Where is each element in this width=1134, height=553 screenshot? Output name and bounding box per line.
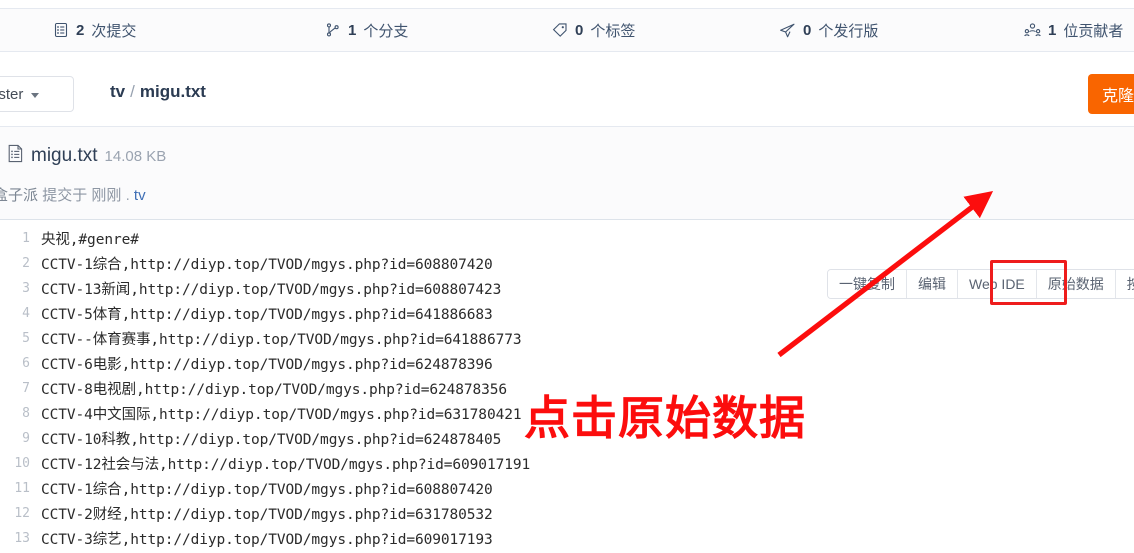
- code-line: 4 CCTV-5体育,http://diyp.top/TVOD/mgys.php?…: [0, 303, 1134, 328]
- line-number[interactable]: 9: [0, 428, 30, 446]
- breadcrumb: tv / migu.txt: [110, 82, 206, 102]
- line-content: CCTV-1综合,http://diyp.top/TVOD/mgys.php?i…: [41, 482, 493, 498]
- file-text-icon: [7, 144, 24, 168]
- contributors-icon: [1024, 22, 1041, 39]
- breadcrumb-separator: /: [130, 82, 135, 101]
- line-content: CCTV-4中文国际,http://diyp.top/TVOD/mgys.php…: [41, 407, 522, 423]
- branch-icon: [324, 22, 341, 39]
- clone-button[interactable]: 克隆: [1088, 74, 1134, 114]
- stat-releases[interactable]: 0 个发行版: [779, 20, 878, 41]
- repo-file-view-page: 2 次提交 1 个分支 0 个标签 0 个发行版 1 位贡献者 ster tv …: [0, 0, 1134, 553]
- line-content: CCTV-1综合,http://diyp.top/TVOD/mgys.php?i…: [41, 257, 493, 273]
- stat-branches-count: 1: [348, 21, 357, 39]
- code-line: 5 CCTV--体育赛事,http://diyp.top/TVOD/mgys.ph…: [0, 328, 1134, 353]
- branch-selector[interactable]: aster: [0, 76, 74, 112]
- line-number[interactable]: 7: [0, 378, 30, 396]
- breadcrumb-row: aster tv / migu.txt 克隆: [0, 68, 1134, 122]
- commit-path-link[interactable]: tv: [134, 187, 146, 204]
- stat-tags-label: 个标签: [590, 22, 636, 40]
- commit-author[interactable]: 盒子派: [0, 187, 38, 204]
- line-number[interactable]: 3: [0, 278, 30, 296]
- line-number[interactable]: 2: [0, 253, 30, 271]
- annotation-text: 点击原始数据: [524, 391, 806, 445]
- file-header-panel: migu.txt 14.08 KB 盒子派 提交于 刚刚 . tv 一键复制 编…: [0, 126, 1134, 305]
- release-send-icon: [779, 22, 796, 39]
- code-line: 1 央视,#genre#: [0, 228, 1134, 253]
- line-content: CCTV-10科教,http://diyp.top/TVOD/mgys.php?…: [41, 432, 502, 448]
- stat-contributors-count: 1: [1048, 21, 1057, 39]
- code-line: 2 CCTV-1综合,http://diyp.top/TVOD/mgys.php?…: [0, 253, 1134, 278]
- stat-branches[interactable]: 1 个分支: [324, 20, 408, 41]
- line-content: CCTV--体育赛事,http://diyp.top/TVOD/mgys.php…: [41, 332, 522, 348]
- line-content: CCTV-8电视剧,http://diyp.top/TVOD/mgys.php?…: [41, 382, 508, 398]
- line-number[interactable]: 4: [0, 303, 30, 321]
- line-content: 央视,#genre#: [41, 232, 139, 248]
- line-number[interactable]: 11: [0, 478, 30, 496]
- commit-verb: 提交于: [42, 187, 88, 204]
- breadcrumb-root[interactable]: tv: [110, 82, 125, 102]
- file-size: 14.08 KB: [104, 147, 167, 165]
- file-name: migu.txt: [31, 145, 98, 166]
- commit-list-icon: [52, 22, 69, 39]
- stat-releases-label: 个发行版: [818, 22, 879, 40]
- line-content: CCTV-13新闻,http://diyp.top/TVOD/mgys.php?…: [41, 282, 502, 298]
- line-content: CCTV-12社会与法,http://diyp.top/TVOD/mgys.ph…: [41, 457, 531, 473]
- stat-contributors-label: 位贡献者: [1063, 22, 1124, 40]
- line-number[interactable]: 6: [0, 353, 30, 371]
- code-line: 13 CCTV-3综艺,http://diyp.top/TVOD/mgys.php…: [0, 528, 1134, 553]
- repo-stats-bar: 2 次提交 1 个分支 0 个标签 0 个发行版 1 位贡献者: [0, 8, 1134, 52]
- stat-commits[interactable]: 2 次提交: [52, 20, 136, 41]
- line-number[interactable]: 10: [0, 453, 30, 471]
- stat-branches-label: 个分支: [363, 22, 409, 40]
- stat-tags[interactable]: 0 个标签: [551, 20, 635, 41]
- breadcrumb-file: migu.txt: [139, 82, 206, 101]
- stat-tags-count: 0: [575, 21, 584, 39]
- chevron-down-icon: [31, 92, 40, 98]
- line-content: CCTV-6电影,http://diyp.top/TVOD/mgys.php?i…: [41, 357, 493, 373]
- line-content: CCTV-2财经,http://diyp.top/TVOD/mgys.php?i…: [41, 507, 493, 523]
- code-line: 12 CCTV-2财经,http://diyp.top/TVOD/mgys.php…: [0, 503, 1134, 528]
- commit-separator-dot: .: [125, 187, 130, 204]
- line-number[interactable]: 12: [0, 503, 30, 521]
- line-number[interactable]: 5: [0, 328, 30, 346]
- stat-commits-label: 次提交: [91, 22, 137, 40]
- commit-time: 刚刚: [91, 187, 122, 204]
- line-number[interactable]: 1: [0, 228, 30, 246]
- tag-icon: [551, 22, 568, 39]
- code-line: 11 CCTV-1综合,http://diyp.top/TVOD/mgys.php…: [0, 478, 1134, 503]
- code-line: 10 CCTV-12社会与法,http://diyp.top/TVOD/mgys.…: [0, 453, 1134, 478]
- line-content: CCTV-5体育,http://diyp.top/TVOD/mgys.php?i…: [41, 307, 493, 323]
- line-number[interactable]: 8: [0, 403, 30, 421]
- stat-contributors[interactable]: 1 位贡献者: [1024, 20, 1123, 41]
- branch-selector-label: aster: [0, 85, 24, 103]
- clone-button-label: 克隆: [1102, 88, 1134, 105]
- line-content: CCTV-3综艺,http://diyp.top/TVOD/mgys.php?i…: [41, 532, 493, 548]
- stat-releases-count: 0: [803, 21, 812, 39]
- file-commit-info: 盒子派 提交于 刚刚 . tv: [0, 184, 146, 205]
- file-title: migu.txt 14.08 KB: [7, 144, 166, 168]
- line-number[interactable]: 13: [0, 528, 30, 546]
- stat-commits-count: 2: [76, 21, 85, 39]
- code-line: 3 CCTV-13新闻,http://diyp.top/TVOD/mgys.php…: [0, 278, 1134, 303]
- code-line: 6 CCTV-6电影,http://diyp.top/TVOD/mgys.php?…: [0, 353, 1134, 378]
